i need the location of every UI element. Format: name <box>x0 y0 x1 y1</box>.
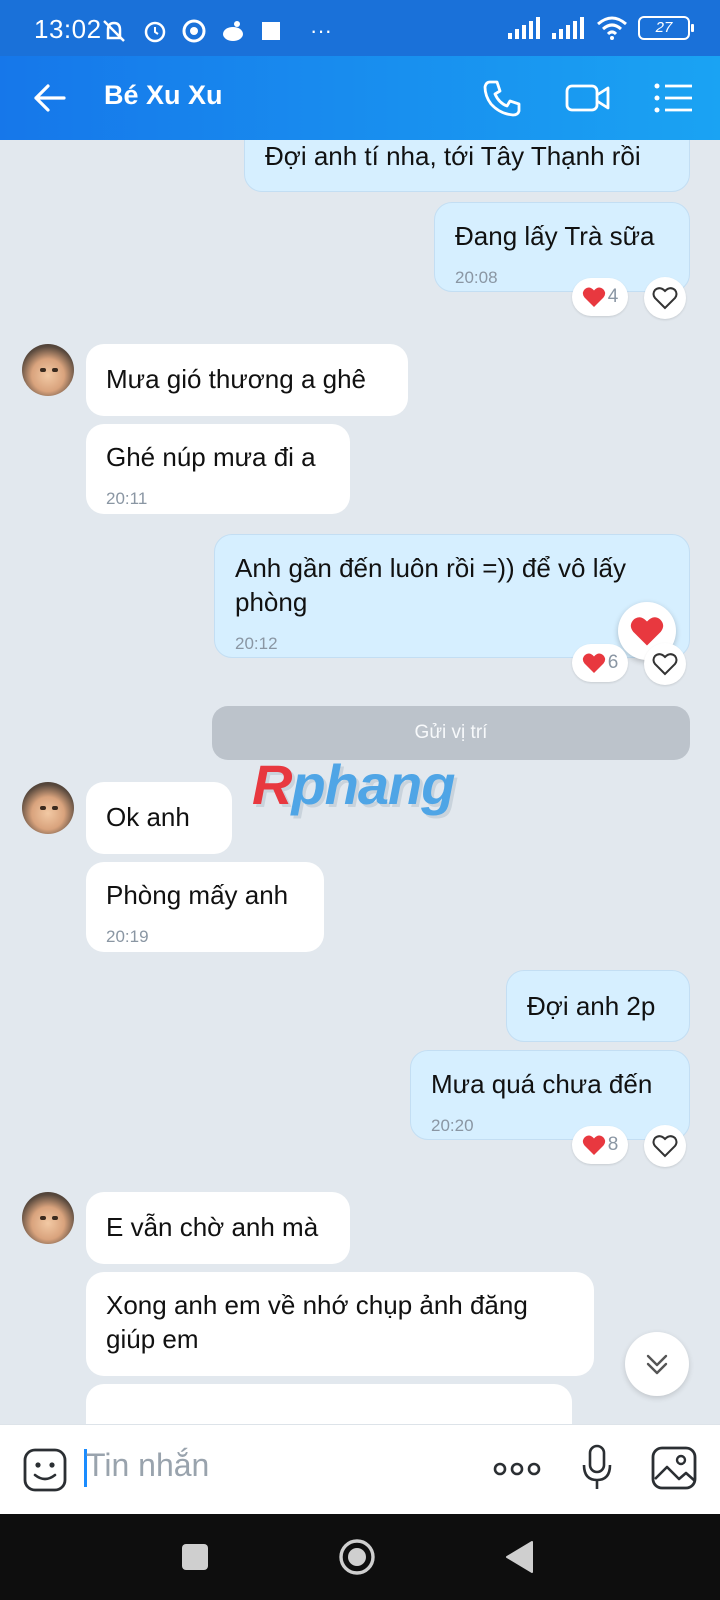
heart-icon <box>582 287 605 307</box>
chrome-icon <box>182 19 206 43</box>
contact-name[interactable]: Bé Xu Xu <box>104 80 223 111</box>
message-time: 20:19 <box>106 927 149 946</box>
battery-icon: 27 <box>638 16 694 40</box>
message-text: Phòng mấy anh <box>106 880 289 910</box>
reaction-number: 6 <box>607 652 619 673</box>
message-bubble[interactable]: E vẫn chờ anh mà <box>86 1192 350 1264</box>
status-time: 13:02 <box>34 14 102 44</box>
message-composer: Tin nhắn <box>0 1424 720 1514</box>
avatar[interactable] <box>22 782 74 834</box>
notification-off-icon <box>103 20 125 42</box>
message-bubble[interactable]: Ghé núp mưa đi a 20:11 <box>86 424 350 514</box>
like-button[interactable] <box>644 643 686 685</box>
scroll-to-bottom-button[interactable] <box>625 1332 689 1396</box>
message-text: Mưa gió thương a ghê <box>106 364 367 394</box>
heart-outline-icon <box>652 1135 678 1158</box>
home-button[interactable] <box>338 1538 376 1576</box>
avatar[interactable] <box>22 344 74 396</box>
square-notification-icon <box>262 22 280 40</box>
signal-icon <box>508 17 540 39</box>
reaction-number: 8 <box>607 1134 619 1155</box>
message-text: Đang lấy Trà sữa <box>455 221 655 251</box>
message-bubble[interactable]: Mưa quá chưa đến 20:20 <box>410 1050 690 1140</box>
message-time: 20:20 <box>431 1116 474 1135</box>
microphone-icon[interactable] <box>580 1443 614 1493</box>
status-bar: 13:02 ··· 27 <box>0 0 720 56</box>
heart-icon <box>582 653 605 673</box>
avatar[interactable] <box>22 1192 74 1244</box>
sticker-emoji-icon[interactable] <box>22 1447 68 1493</box>
like-button[interactable] <box>644 1125 686 1167</box>
chat-header: Bé Xu Xu <box>0 56 720 140</box>
message-text: Anh gần đến luôn rồi =)) để vô lấy phòng <box>235 553 626 617</box>
message-bubble[interactable]: Mưa gió thương a ghê <box>86 344 408 416</box>
message-text: Ghé núp mưa đi a <box>106 442 316 472</box>
message-bubble-partial[interactable] <box>86 1384 572 1424</box>
wifi-icon <box>597 16 627 40</box>
heart-icon <box>582 1135 605 1155</box>
heart-outline-icon <box>652 287 678 310</box>
reaction-number: 4 <box>607 286 619 307</box>
more-options-icon[interactable] <box>492 1457 542 1481</box>
recent-apps-button[interactable] <box>180 1542 210 1572</box>
message-bubble[interactable]: Phòng mấy anh 20:19 <box>86 862 324 952</box>
heart-outline-icon <box>652 653 678 676</box>
system-navigation-bar <box>0 1514 720 1600</box>
app-notification-icon <box>223 21 243 41</box>
message-bubble[interactable]: Đang lấy Trà sữa 20:08 <box>434 202 690 292</box>
reaction-count[interactable]: 6 <box>572 644 628 682</box>
message-bubble[interactable]: Đợi anh tí nha, tới Tây Thạnh rồi <box>244 140 690 192</box>
image-gallery-icon[interactable] <box>650 1445 698 1491</box>
message-list[interactable]: Đợi anh tí nha, tới Tây Thạnh rồi Đang l… <box>0 140 720 1424</box>
message-text: E vẫn chờ anh mà <box>106 1212 319 1242</box>
reaction-count[interactable]: 8 <box>572 1126 628 1164</box>
video-call-icon[interactable] <box>564 76 612 120</box>
alarm-icon <box>144 21 166 43</box>
message-text: Đợi anh tí nha, tới Tây Thạnh rồi <box>265 141 641 171</box>
more-notifications-icon: ··· <box>310 18 332 43</box>
back-button[interactable] <box>504 1540 534 1574</box>
message-text: Mưa quá chưa đến <box>431 1069 653 1099</box>
menu-list-icon[interactable] <box>652 76 694 120</box>
message-time: 20:11 <box>106 489 148 508</box>
heart-icon <box>630 617 664 646</box>
reaction-count[interactable]: 4 <box>572 278 628 316</box>
message-bubble[interactable]: Xong anh em về nhớ chụp ảnh đăng giúp em <box>86 1272 594 1376</box>
back-arrow-icon[interactable] <box>30 78 70 118</box>
message-time: 20:12 <box>235 634 278 653</box>
message-text: Đợi anh 2p <box>527 991 656 1021</box>
message-time: 20:08 <box>455 268 498 287</box>
message-bubble[interactable]: Ok anh <box>86 782 232 854</box>
message-bubble[interactable]: Đợi anh 2p <box>506 970 690 1042</box>
phone-call-icon[interactable] <box>480 76 524 120</box>
chevron-double-down-icon <box>646 1354 668 1375</box>
message-text: Xong anh em về nhớ chụp ảnh đăng giúp em <box>106 1290 528 1354</box>
message-text: Ok anh <box>106 802 190 832</box>
like-button[interactable] <box>644 277 686 319</box>
watermark-logo: Rphang <box>252 753 455 816</box>
signal-icon-2 <box>552 17 584 39</box>
message-input[interactable]: Tin nhắn <box>86 1447 209 1484</box>
